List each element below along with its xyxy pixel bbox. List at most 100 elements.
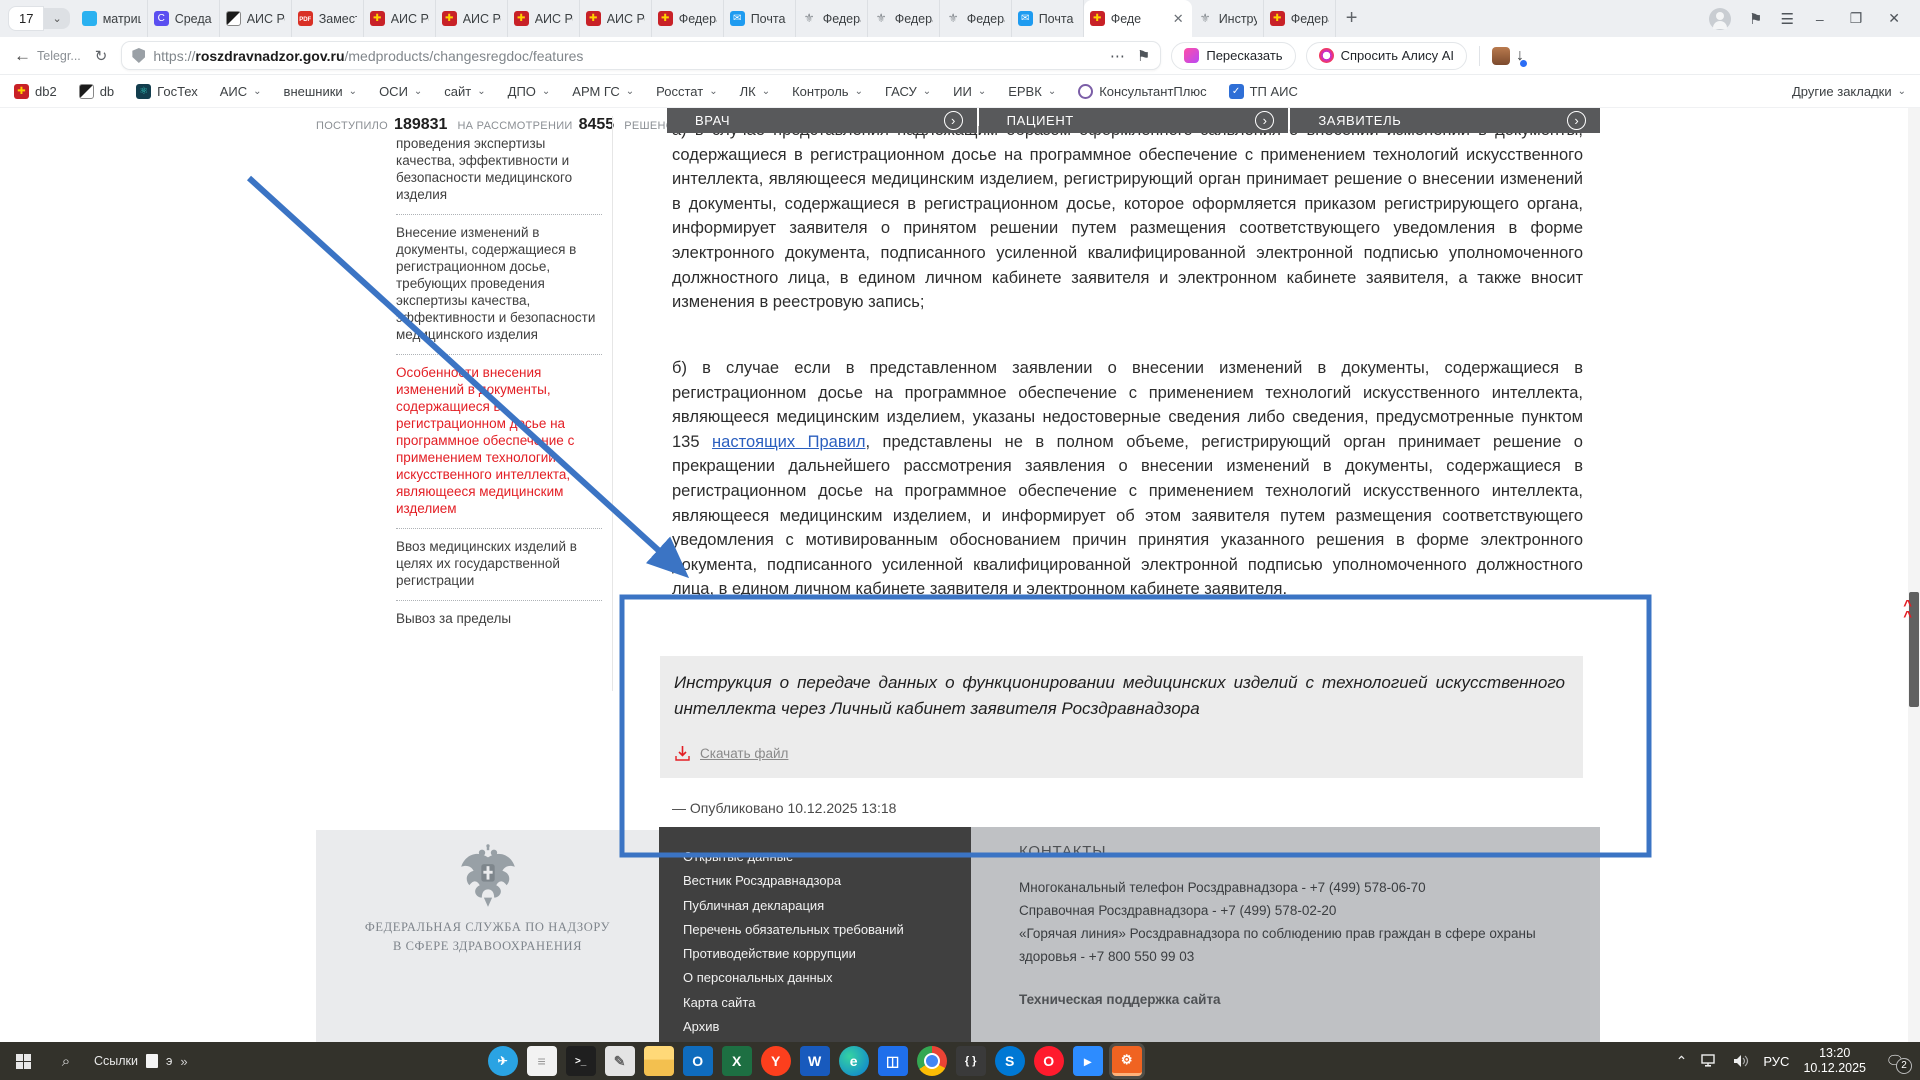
explorer-folder-icon[interactable] (644, 1046, 674, 1076)
footer-link[interactable]: Противодействие коррупции (683, 946, 971, 970)
bookmark-item[interactable]: внешники ⌄ (284, 84, 358, 99)
audience-tab[interactable]: ВРАЧ (667, 108, 977, 133)
extension-icon[interactable] (1492, 47, 1510, 65)
opera-icon[interactable] (1034, 1046, 1064, 1076)
bookmark-item[interactable]: ДПО ⌄ (508, 84, 551, 99)
tab-counter[interactable]: 17 ⌄ (8, 6, 70, 31)
page-scrollbar[interactable] (1908, 108, 1920, 1043)
sidebar-item[interactable]: Вывоз за пределы (396, 601, 602, 638)
browser-menu-icon[interactable]: ☰ (1780, 10, 1793, 28)
footer-link[interactable]: Перечень обязательных требований (683, 922, 971, 946)
other-bookmarks-button[interactable]: Другие закладки ⌄ (1792, 84, 1906, 99)
clock[interactable]: 13:20 10.12.2025 (1803, 1046, 1866, 1076)
bookmark-item[interactable]: АРМ ГС ⌄ (572, 84, 634, 99)
tab[interactable]: АИС Ро (580, 0, 652, 37)
tab[interactable]: матриц (76, 0, 148, 37)
network-icon[interactable] (1701, 1054, 1719, 1068)
bookmark-item[interactable]: ОСИ ⌄ (379, 84, 422, 99)
new-tab-button[interactable]: + (1346, 7, 1358, 30)
tab[interactable]: Федера (796, 0, 868, 37)
bookmark-item[interactable]: ГАСУ ⌄ (885, 84, 931, 99)
address-bar[interactable]: https://roszdravnadzor.gov.ru/medproduct… (121, 41, 1161, 70)
tab[interactable]: АИС Ро (220, 0, 292, 37)
tab[interactable]: Федера (868, 0, 940, 37)
window-close-button[interactable]: ✕ (1884, 10, 1904, 27)
more-actions-icon[interactable]: ⋯ (1110, 47, 1125, 65)
zoom-icon[interactable] (1073, 1046, 1103, 1076)
excel-icon[interactable] (722, 1046, 752, 1076)
sidebar-item[interactable]: Ввоз медицинских изделий в целях их госу… (396, 529, 602, 601)
tab[interactable]: Федера (940, 0, 1012, 37)
tab[interactable]: Почта (724, 0, 796, 37)
tab[interactable]: Федера (652, 0, 724, 37)
footer-link[interactable]: Открытые данные (683, 849, 971, 873)
footer-link[interactable]: Вестник Росздравнадзора (683, 873, 971, 897)
edge-icon[interactable] (839, 1046, 869, 1076)
bookmark-item[interactable]: ГосТех ⌄ (136, 84, 198, 99)
downloads-button[interactable]: ↓ (1516, 47, 1524, 65)
back-arrow-icon[interactable]: ← (14, 46, 31, 66)
profile-avatar[interactable] (1709, 8, 1731, 30)
scroll-up-icon[interactable]: ^^ (1903, 600, 1912, 622)
tab[interactable]: Среда (148, 0, 220, 37)
tab[interactable]: Федера (1264, 0, 1336, 37)
tab[interactable]: Феде ✕ (1084, 0, 1192, 37)
retell-button[interactable]: Пересказать (1171, 42, 1295, 70)
tab-count[interactable]: 17 (8, 6, 44, 31)
tab[interactable]: Почта (1012, 0, 1084, 37)
ask-alice-button[interactable]: Спросить Алису AI (1306, 42, 1467, 70)
tab[interactable]: АИС Ро (508, 0, 580, 37)
devtools-icon[interactable] (956, 1046, 986, 1076)
editor-icon[interactable] (605, 1046, 635, 1076)
notepad-icon[interactable] (527, 1046, 557, 1076)
language-indicator[interactable]: РУС (1763, 1054, 1789, 1069)
tab[interactable]: Замест (292, 0, 364, 37)
bookmark-item[interactable]: db ⌄ (79, 84, 114, 99)
bookmark-item[interactable]: ЛК ⌄ (740, 84, 771, 99)
back-button[interactable]: ← Telegr... (14, 46, 81, 66)
active-app-icon[interactable] (1112, 1046, 1142, 1076)
protect-shield-icon[interactable] (132, 48, 145, 63)
rules-link[interactable]: настоящих Правил (712, 433, 865, 451)
bookmark-item[interactable]: db2 ⌄ (14, 84, 57, 99)
url-text[interactable]: https://roszdravnadzor.gov.ru/medproduct… (153, 48, 583, 64)
footer-link[interactable]: Архив (683, 1019, 971, 1043)
tab[interactable]: АИС Ро (436, 0, 508, 37)
telegram-icon[interactable] (488, 1046, 518, 1076)
footer-link[interactable]: О персональных данных (683, 970, 971, 994)
chrome-icon[interactable] (917, 1046, 947, 1076)
bookmarks-panel-icon[interactable]: ⚑ (1749, 10, 1762, 28)
notification-center-icon[interactable]: 🗨2 (1880, 1052, 1910, 1070)
bookmark-item[interactable]: Росстат ⌄ (656, 84, 717, 99)
sidebar-item[interactable]: проведения экспертизы качества, эффектив… (396, 126, 602, 215)
chevron-right-icon[interactable] (944, 111, 963, 130)
window-restore-button[interactable]: ❐ (1846, 10, 1867, 27)
bookmark-item[interactable]: ЕРВК ⌄ (1008, 84, 1056, 99)
tab-close-icon[interactable]: ✕ (1173, 11, 1186, 27)
footer-link[interactable]: Карта сайта (683, 995, 971, 1019)
volume-icon[interactable] (1733, 1054, 1749, 1068)
chevron-right-icon[interactable] (1567, 111, 1586, 130)
bookmark-item[interactable]: сайт ⌄ (444, 84, 485, 99)
word-icon[interactable] (800, 1046, 830, 1076)
photos-icon[interactable] (878, 1046, 908, 1076)
outlook-icon[interactable] (683, 1046, 713, 1076)
window-minimize-button[interactable]: – (1812, 11, 1828, 27)
tab[interactable]: Инстру (1192, 0, 1264, 37)
audience-tab[interactable]: ЗАЯВИТЕЛЬ (1290, 108, 1600, 133)
tab-list-chevron-icon[interactable]: ⌄ (44, 8, 69, 29)
bookmark-item[interactable]: КонсультантПлюс ⌄ (1078, 84, 1206, 99)
taskbar-search-icon[interactable]: ⌕ (46, 1053, 86, 1070)
links-doc-icon[interactable] (146, 1054, 158, 1068)
bookmark-item[interactable]: Контроль ⌄ (792, 84, 863, 99)
reload-icon[interactable]: ↻ (95, 47, 108, 65)
add-bookmark-icon[interactable]: ⚑ (1137, 47, 1150, 65)
footer-link[interactable]: Публичная декларация (683, 898, 971, 922)
sidebar-item[interactable]: Внесение изменений в документы, содержащ… (396, 215, 602, 355)
audience-tab[interactable]: ПАЦИЕНТ (979, 108, 1289, 133)
yandex-browser-icon[interactable] (761, 1046, 791, 1076)
bookmark-item[interactable]: ИИ ⌄ (953, 84, 986, 99)
links-toolbar[interactable]: Ссылки э » (94, 1054, 188, 1069)
tray-expand-chevron-icon[interactable]: ⌃ (1676, 1053, 1688, 1070)
console-icon[interactable] (566, 1046, 596, 1076)
